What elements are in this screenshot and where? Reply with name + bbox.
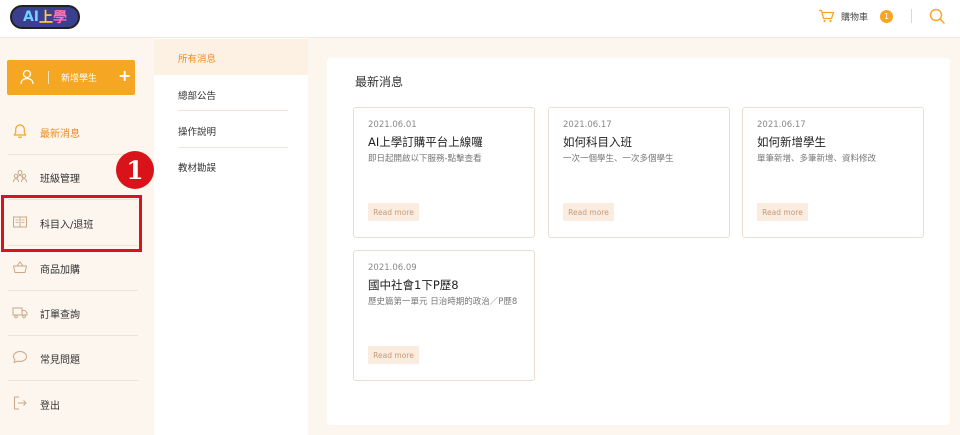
submenu-item-label: 所有消息 <box>178 54 217 65</box>
add-student-label: 新增學生 <box>61 74 98 84</box>
logo-text-shang: 上 <box>39 10 54 26</box>
header-divider <box>911 9 912 23</box>
read-more-button[interactable]: Read more <box>563 203 614 221</box>
news-title: AI上學訂購平台上線囉 <box>368 135 483 149</box>
read-more-button[interactable]: Read more <box>368 203 419 221</box>
add-student-separator <box>48 71 49 84</box>
cart-icon <box>819 9 835 23</box>
sidebar-item-news[interactable]: 最新消息 <box>0 109 140 154</box>
news-date: 2021.06.09 <box>368 263 417 273</box>
news-date: 2021.06.01 <box>368 120 417 130</box>
submenu-item-errata[interactable]: 教材勘誤 <box>154 148 308 184</box>
read-more-button[interactable]: Read more <box>368 346 419 364</box>
news-card[interactable]: 2021.06.01 AI上學訂購平台上線囉 即日起開啟以下服務-點擊查看 Re… <box>353 107 535 238</box>
submenu-item-instructions[interactable]: 操作說明 <box>154 112 308 148</box>
add-student-button[interactable]: 新增學生 + <box>7 60 135 95</box>
cart-button[interactable]: 購物車 1 <box>818 9 894 23</box>
read-more-button[interactable]: Read more <box>757 203 808 221</box>
news-card[interactable]: 2021.06.17 如何新增學生 單筆新增、多筆新增、資料修改 Read mo… <box>742 107 924 238</box>
news-title: 國中社會1下P歷8 <box>368 278 459 292</box>
sidebar-item-label: 商品加購 <box>40 265 80 276</box>
sidebar-item-label: 訂單查詢 <box>40 310 80 321</box>
news-card[interactable]: 2021.06.09 國中社會1下P歷8 歷史篇第一單元 日治時期的政治／P歷8… <box>353 250 535 381</box>
chat-icon <box>13 351 27 363</box>
sidebar-item-label: 最新消息 <box>40 129 80 140</box>
plus-icon: + <box>118 66 132 85</box>
search-icon[interactable] <box>928 7 946 25</box>
news-description: 單筆新增、多筆新增、資料修改 <box>757 154 877 164</box>
news-panel: 最新消息 2021.06.01 AI上學訂購平台上線囉 即日起開啟以下服務-點擊… <box>327 58 950 425</box>
sidebar-item-label: 常見問題 <box>40 355 80 366</box>
news-date: 2021.06.17 <box>563 120 612 130</box>
news-title: 如何科目入班 <box>563 135 632 149</box>
submenu-divider <box>178 110 288 111</box>
news-description: 歷史篇第一單元 日治時期的政治／P歷8 <box>368 297 518 307</box>
submenu-item-hq-announcements[interactable]: 總部公告 <box>154 76 308 112</box>
person-icon <box>20 69 34 85</box>
logo-text-xue: 學 <box>53 10 68 26</box>
submenu-item-label: 操作說明 <box>178 127 217 138</box>
cart-label: 購物車 <box>841 12 869 23</box>
page-title: 最新消息 <box>355 75 404 89</box>
news-card[interactable]: 2021.06.17 如何科目入班 一次一個學生、一次多個學生 Read mor… <box>548 107 730 238</box>
basket-icon <box>13 261 27 273</box>
sidebar-item-logout[interactable]: 登出 <box>0 381 140 426</box>
highlight-box <box>1 195 142 252</box>
group-icon <box>13 170 27 183</box>
cart-count-badge: 1 <box>880 9 894 23</box>
logout-icon <box>14 396 27 410</box>
news-date: 2021.06.17 <box>757 120 806 130</box>
sidebar-item-order-lookup[interactable]: 訂單查詢 <box>0 290 140 335</box>
top-header: AI 上 學 購物車 1 <box>0 0 960 38</box>
submenu-item-label: 總部公告 <box>178 91 217 102</box>
step-marker: 1 <box>116 151 154 189</box>
submenu-item-all-news[interactable]: 所有消息 <box>154 39 308 75</box>
sidebar-item-faq[interactable]: 常見問題 <box>0 335 140 380</box>
news-title: 如何新增學生 <box>757 135 826 149</box>
truck-icon <box>12 307 28 319</box>
submenu-item-label: 教材勘誤 <box>178 163 217 174</box>
submenu: 所有消息 總部公告 操作說明 教材勘誤 <box>154 38 308 435</box>
sidebar-item-label: 登出 <box>40 401 60 412</box>
logo-text-ai: AI <box>22 9 40 25</box>
news-description: 一次一個學生、一次多個學生 <box>563 154 674 164</box>
logo[interactable]: AI 上 學 <box>10 5 80 29</box>
news-description: 即日起開啟以下服務-點擊查看 <box>368 154 482 164</box>
sidebar-item-label: 班級管理 <box>40 174 80 185</box>
bell-icon <box>13 124 27 139</box>
